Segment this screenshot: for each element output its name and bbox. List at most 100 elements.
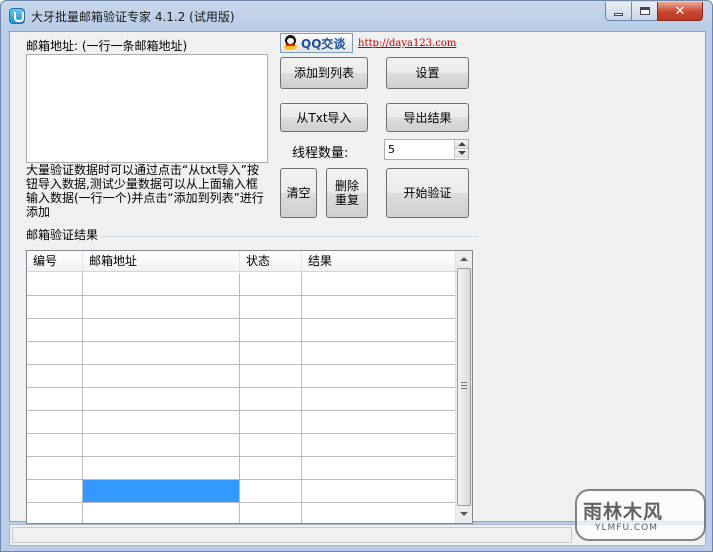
start-verify-button[interactable]: 开始验证: [386, 168, 469, 218]
table-cell[interactable]: [27, 411, 83, 434]
qq-penguin-icon: [283, 35, 298, 51]
qq-chat-button[interactable]: QQ交谈: [280, 33, 353, 53]
table-cell[interactable]: [240, 342, 302, 365]
table-cell[interactable]: [302, 319, 457, 342]
column-header-result[interactable]: 结果: [302, 251, 457, 272]
close-icon: ✕: [674, 3, 686, 19]
results-table[interactable]: 编号 邮箱地址 状态 结果: [26, 250, 473, 524]
table-cell[interactable]: [240, 296, 302, 319]
table-cell[interactable]: [27, 434, 83, 457]
spin-up-icon[interactable]: [455, 140, 468, 149]
table-cell[interactable]: [27, 480, 83, 503]
scroll-up-icon[interactable]: [456, 251, 472, 268]
minimize-button[interactable]: [605, 2, 632, 21]
table-cell[interactable]: [240, 457, 302, 480]
table-cell[interactable]: [302, 342, 457, 365]
table-cell[interactable]: [83, 365, 240, 388]
table-cell[interactable]: [302, 273, 457, 296]
watermark-url: YLMFU.COM: [595, 523, 659, 533]
grip-icon: [461, 382, 467, 389]
table-cell[interactable]: [83, 457, 240, 480]
scroll-thumb[interactable]: [457, 268, 471, 506]
table-cell[interactable]: [302, 434, 457, 457]
thread-count-value[interactable]: 5: [388, 143, 395, 156]
status-pane: [12, 527, 572, 543]
watermark-logo: 雨林木风 YLMFU.COM: [575, 489, 706, 541]
table-cell[interactable]: [83, 388, 240, 411]
table-cell[interactable]: [240, 434, 302, 457]
table-cell[interactable]: [302, 411, 457, 434]
column-header-email[interactable]: 邮箱地址: [83, 251, 240, 272]
table-cell[interactable]: [27, 457, 83, 480]
table-cell[interactable]: [240, 388, 302, 411]
table-cell[interactable]: [240, 319, 302, 342]
table-cell[interactable]: [27, 503, 83, 523]
thread-count-label: 线程数量:: [292, 146, 349, 161]
table-cell[interactable]: [240, 411, 302, 434]
results-group-label: 邮箱验证结果: [26, 226, 102, 243]
column-header-id[interactable]: 编号: [27, 251, 83, 272]
table-cell[interactable]: [27, 319, 83, 342]
table-cell[interactable]: [83, 342, 240, 365]
table-cell[interactable]: [240, 365, 302, 388]
scroll-down-icon[interactable]: [456, 506, 472, 523]
table-cell[interactable]: [83, 319, 240, 342]
table-row[interactable]: [27, 319, 457, 342]
import-txt-button[interactable]: 从Txt导入: [280, 103, 368, 132]
table-row[interactable]: [27, 365, 457, 388]
table-row[interactable]: [27, 457, 457, 480]
spin-down-icon[interactable]: [455, 149, 468, 158]
close-button[interactable]: ✕: [657, 2, 703, 21]
table-row[interactable]: [27, 503, 457, 523]
table-cell[interactable]: [83, 434, 240, 457]
table-cell[interactable]: [240, 503, 302, 523]
application-window: 大牙批量邮箱验证专家 4.1.2 (试用版) ✕ 邮箱地址: (一行一条邮箱地址…: [0, 0, 713, 552]
add-to-list-button[interactable]: 添加到列表: [280, 57, 368, 89]
column-header-status[interactable]: 状态: [240, 251, 302, 272]
maximize-icon: [639, 7, 650, 15]
export-results-button[interactable]: 导出结果: [386, 103, 469, 132]
table-cell[interactable]: [27, 388, 83, 411]
email-input-label: 邮箱地址: (一行一条邮箱地址): [26, 39, 188, 53]
table-row[interactable]: [27, 434, 457, 457]
table-cell[interactable]: [302, 503, 457, 523]
maximize-button[interactable]: [631, 2, 658, 21]
table-cell[interactable]: [240, 480, 302, 503]
table-cell[interactable]: [302, 365, 457, 388]
website-link[interactable]: http://daya123.com: [358, 38, 456, 49]
table-cell[interactable]: [240, 273, 302, 296]
table-cell[interactable]: [83, 503, 240, 523]
table-cell[interactable]: [83, 296, 240, 319]
table-cell[interactable]: [302, 296, 457, 319]
table-row[interactable]: [27, 388, 457, 411]
email-input[interactable]: [26, 54, 268, 163]
vertical-scrollbar[interactable]: [455, 251, 472, 523]
table-cell[interactable]: [27, 365, 83, 388]
table-cell[interactable]: [83, 411, 240, 434]
title-bar[interactable]: 大牙批量邮箱验证专家 4.1.2 (试用版) ✕: [1, 1, 712, 31]
table-row[interactable]: [27, 296, 457, 319]
qq-chat-label: QQ交谈: [301, 36, 346, 51]
table-cell[interactable]: [302, 480, 457, 503]
table-cell[interactable]: [27, 273, 83, 296]
table-row[interactable]: [27, 273, 457, 296]
table-cell[interactable]: [27, 296, 83, 319]
thread-count-spinner[interactable]: 5: [384, 139, 469, 160]
window-title: 大牙批量邮箱验证专家 4.1.2 (试用版): [31, 10, 235, 24]
table-row[interactable]: [27, 411, 457, 434]
table-cell[interactable]: [302, 457, 457, 480]
client-area: 邮箱地址: (一行一条邮箱地址) 大量验证数据时可以通过点击“从txt导入”按钮…: [9, 31, 706, 524]
settings-button[interactable]: 设置: [386, 57, 469, 89]
table-cell[interactable]: [27, 342, 83, 365]
table-row[interactable]: [27, 480, 457, 503]
table-header: 编号 邮箱地址 状态 结果: [27, 251, 457, 272]
table-cell[interactable]: [302, 388, 457, 411]
results-group: 邮箱验证结果 编号 邮箱地址 状态 结果: [26, 226, 479, 524]
clear-button[interactable]: 清空: [280, 168, 317, 218]
app-icon[interactable]: [9, 8, 25, 24]
table-cell[interactable]: [83, 273, 240, 296]
remove-duplicates-button[interactable]: 删除重复: [326, 168, 368, 218]
minimize-icon: [614, 12, 623, 16]
table-row[interactable]: [27, 342, 457, 365]
table-cell[interactable]: [83, 480, 240, 503]
